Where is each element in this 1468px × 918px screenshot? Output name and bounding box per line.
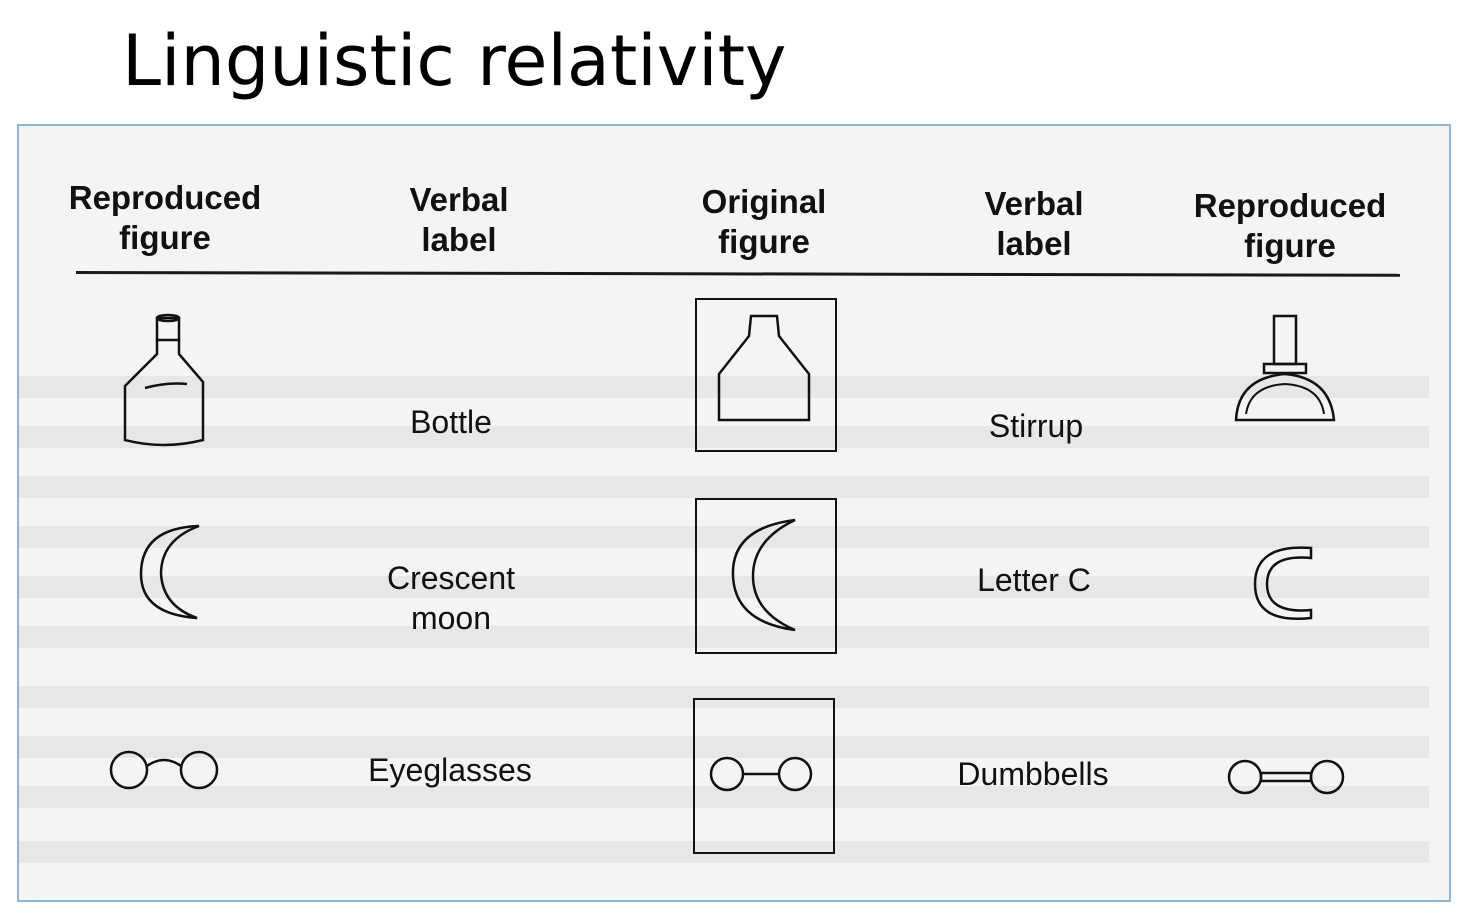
label-stirrup: Stirrup: [988, 408, 1084, 444]
header-verbal-label-right: Verbal label: [984, 185, 1084, 262]
figure-frame: Reproduced figure Verbal label Original …: [17, 124, 1451, 902]
stirrup-icon: [1234, 314, 1336, 422]
original-circles-icon: [709, 756, 813, 792]
header-rule: [75, 271, 1401, 277]
dumbbells-icon: [1227, 759, 1345, 795]
letter-c-icon: [1253, 546, 1313, 620]
label-eyeglasses: Eyeglasses: [368, 752, 532, 788]
slide-title: Linguistic relativity: [122, 20, 787, 102]
header-reproduced-figure-right: Reproduced figure: [1193, 187, 1387, 264]
header-reproduced-figure-left: Reproduced figure: [68, 179, 262, 256]
label-crescent-moon: Crescent moon: [386, 560, 516, 636]
original-bottle-stirrup-icon: [717, 314, 811, 422]
header-original-figure: Original figure: [701, 183, 827, 260]
label-letter-c: Letter C: [977, 562, 1091, 598]
header-verbal-label-left: Verbal label: [409, 181, 509, 258]
label-bottle: Bottle: [410, 404, 492, 440]
bottle-icon: [123, 313, 205, 447]
original-crescent-icon: [731, 518, 796, 632]
label-dumbbells: Dumbbells: [957, 756, 1109, 792]
eyeglasses-icon: [109, 750, 219, 790]
crescent-moon-icon: [139, 524, 200, 620]
